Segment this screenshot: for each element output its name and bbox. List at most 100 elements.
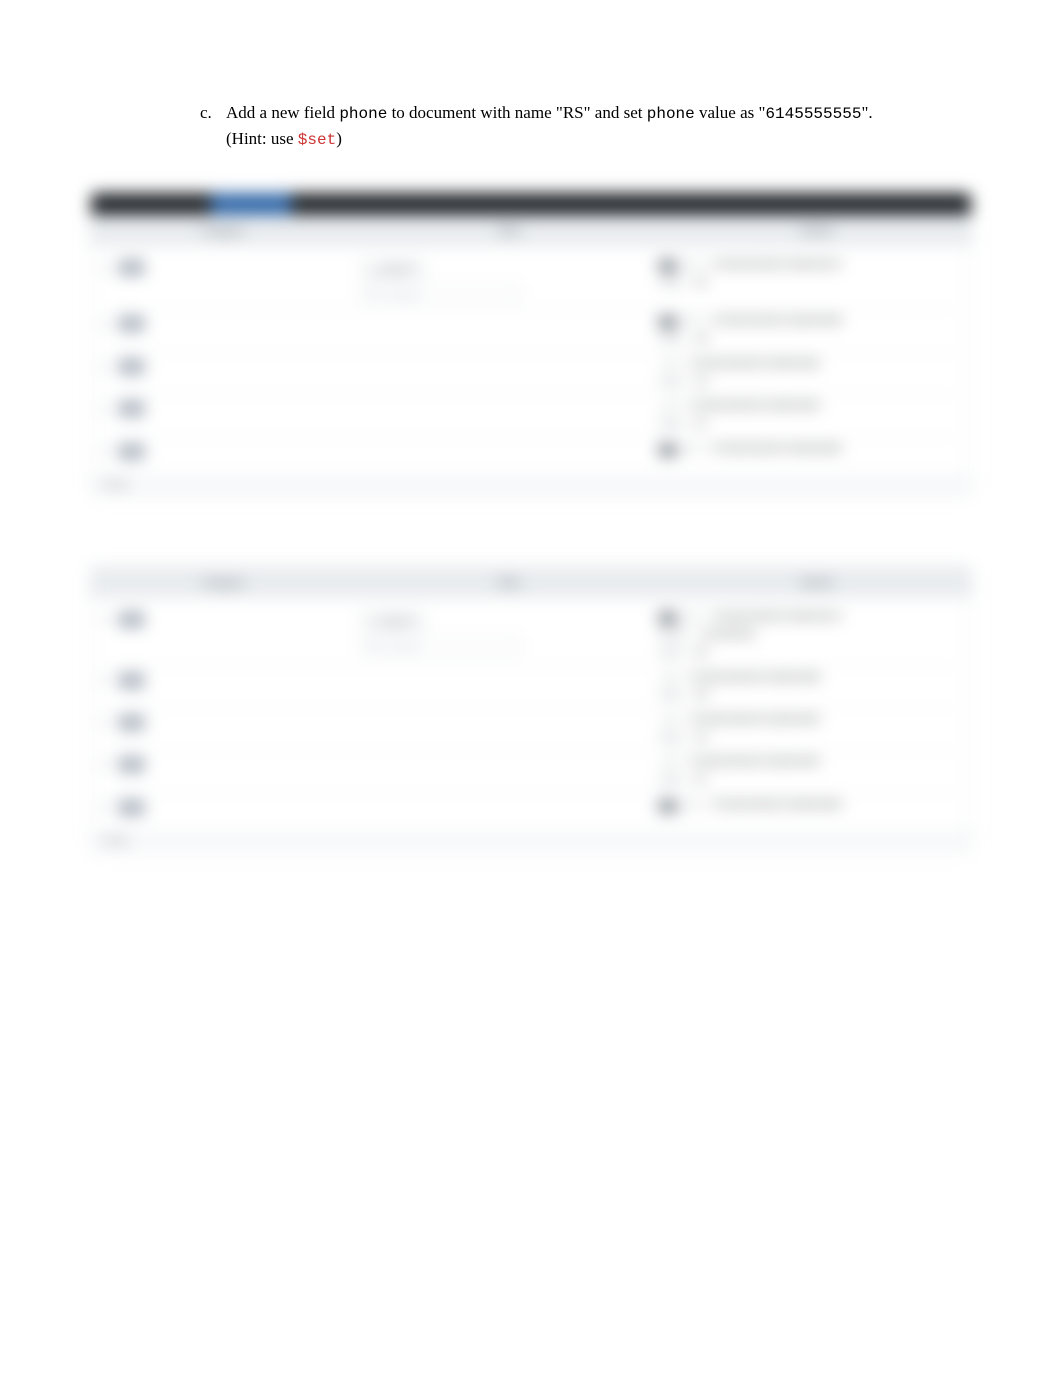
row-label: Do [119, 260, 144, 275]
text-part: Add a new field [226, 103, 339, 122]
chevron-right-icon: ▸ [103, 263, 113, 273]
cell-result: id_id :5f4a8c6b4d3e2f1a0b9c8d86 [659, 444, 959, 456]
chevron-right-icon: ▸ [103, 675, 113, 685]
result-line: _id :5f4a8c6b4d3e2f1a0b9c8d82 [659, 359, 820, 371]
cell-category: ▸ Do [103, 612, 360, 627]
result-line: name :EF [659, 419, 706, 431]
result-line: id_id :5f4a8c6b4d3e2f1a0b9c8d86 [659, 444, 841, 456]
header-result: Result [663, 575, 971, 590]
panel-title-bar [91, 193, 971, 215]
blurred-content: Category Data Result ▸ Do ● updated ▾ RS… [90, 192, 972, 852]
table-row: ▸ Do id_id :5f4a8c6b4d3e2f1a0b9c8d86 [103, 437, 959, 465]
cell-result: id_id :5f4a8c6b4d3e2f1a0b9c8d86 [659, 800, 959, 812]
cell-data: ● updated ▾ RS : xxxxxxx [360, 612, 660, 655]
result-line: name :CD [659, 377, 706, 389]
result-line: name :AB [659, 334, 706, 346]
result-line: id_id :5f4a8c6b4d3e2f1a0b9c8d7e [659, 260, 841, 272]
chevron-right-icon: ▸ [103, 319, 113, 329]
chevron-right-icon: ▸ [103, 614, 113, 624]
cell-result: _id :5f4a8c6b4d3e2f1a0b9c8d82 name :CD [659, 359, 959, 388]
chevron-right-icon: ▸ [103, 404, 113, 414]
cell-category: ▸ Do [103, 401, 360, 416]
panel-footer: Ready [91, 829, 971, 851]
cell-category: ▸ Do [103, 359, 360, 374]
result-line: id_id :5f4a8c6b4d3e2f1a0b9c8d80 [659, 316, 841, 328]
result-line: id_id :5f4a8c6b4d3e2f1a0b9c8d86 [659, 800, 841, 812]
db-screenshot-panel-1: Category Data Result ▸ Do ● updated ▾ RS… [90, 192, 972, 496]
cell-category: ▸ Do [103, 673, 360, 688]
cell-category: ▸ Do [103, 715, 360, 730]
table-row: ▸ Do ● updated ▾ RS : xxxxxxx id_id :5f4… [103, 606, 959, 666]
row-label: Do [119, 673, 144, 688]
result-line: id_id :5f4a8c6b4d3e2f1a0b9c8d7e [659, 612, 841, 624]
text-part: to document with name "RS" and set [387, 103, 646, 122]
table-row: ▸ Do _id :5f4a8c6b4d3e2f1a0b9c8d84 name … [103, 750, 959, 792]
result-line: name :RS [659, 278, 706, 290]
question-text: Add a new field phone to document with n… [226, 100, 912, 152]
result-line: name :CD [659, 733, 706, 745]
field-input: RS : xxxxxxx [360, 285, 520, 303]
table-row: ▸ Do _id :5f4a8c6b4d3e2f1a0b9c8d82 name … [103, 708, 959, 750]
row-label: Do [119, 800, 144, 815]
header-result: Result [663, 223, 971, 238]
table-header-row: Category Data Result [91, 567, 971, 598]
table-row: ▸ Do id_id :5f4a8c6b4d3e2f1a0b9c8d86 [103, 793, 959, 821]
cell-category: ▸ Do [103, 757, 360, 772]
badge-dot: ● [369, 616, 374, 626]
code-phone-2: phone [647, 105, 695, 123]
badge-dot: ● [369, 265, 374, 275]
table-header-row: Category Data Result [91, 215, 971, 246]
chevron-right-icon: ▸ [103, 760, 113, 770]
title-highlight [211, 193, 291, 215]
document-page: c. Add a new field phone to document wit… [0, 0, 1062, 852]
panel-body: ▸ Do ● updated ▾ RS : xxxxxxx id_id :5f4… [91, 246, 971, 473]
question-item: c. Add a new field phone to document wit… [200, 100, 912, 152]
header-data: Data [355, 223, 663, 238]
cell-result: id_id :5f4a8c6b4d3e2f1a0b9c8d7e name :RS [659, 260, 959, 290]
table-row: ▸ Do _id :5f4a8c6b4d3e2f1a0b9c8d80 name … [103, 666, 959, 708]
chevron-right-icon: ▸ [103, 717, 113, 727]
table-row: ▸ Do _id :5f4a8c6b4d3e2f1a0b9c8d82 name … [103, 352, 959, 394]
panel-footer: Ready [91, 473, 971, 495]
cell-category: ▸ Do [103, 260, 360, 275]
header-category: Category [91, 575, 355, 590]
updated-badge: ● updated ▾ [360, 612, 427, 631]
result-line: name :AB [659, 690, 706, 702]
text-part: value as " [695, 103, 766, 122]
chevron-right-icon: ▸ [103, 446, 113, 456]
cell-result: _id :5f4a8c6b4d3e2f1a0b9c8d84 name :EF [659, 757, 959, 786]
result-line: _id :5f4a8c6b4d3e2f1a0b9c8d82 [659, 715, 820, 727]
cell-category: ▸ Do [103, 316, 360, 331]
row-label: Do [119, 757, 144, 772]
cell-data: ● updated ▾ RS : xxxxxxx [360, 260, 660, 303]
chevron-right-icon: ▸ [103, 362, 113, 372]
cell-result: id_id :5f4a8c6b4d3e2f1a0b9c8d80 name :AB [659, 316, 959, 346]
header-data: Data [355, 575, 663, 590]
chevron-right-icon: ▸ [103, 802, 113, 812]
updated-badge: ● updated ▾ [360, 260, 427, 279]
result-line: _id :5f4a8c6b4d3e2f1a0b9c8d84 [659, 401, 820, 413]
cell-category: ▸ Do [103, 444, 360, 459]
result-line: phone :6145555555 [659, 630, 755, 642]
code-phone: phone [339, 105, 387, 123]
result-line: name :EF [659, 775, 706, 787]
text-part: ) [336, 129, 342, 148]
cell-category: ▸ Do [103, 800, 360, 815]
table-row: ▸ Do id_id :5f4a8c6b4d3e2f1a0b9c8d80 nam… [103, 309, 959, 352]
cell-result: id_id :5f4a8c6b4d3e2f1a0b9c8d7e phone :6… [659, 612, 959, 660]
result-line: _id :5f4a8c6b4d3e2f1a0b9c8d80 [659, 673, 820, 685]
code-set: $set [298, 131, 336, 149]
table-row: ▸ Do ● updated ▾ RS : xxxxxxx id_id :5f4… [103, 254, 959, 309]
result-line: name :RS [659, 648, 706, 660]
field-input: RS : xxxxxxx [360, 637, 520, 655]
row-label: Do [119, 359, 144, 374]
row-label: Do [119, 316, 144, 331]
row-label: Do [119, 444, 144, 459]
row-label: Do [119, 401, 144, 416]
cell-result: _id :5f4a8c6b4d3e2f1a0b9c8d84 name :EF [659, 401, 959, 430]
table-row: ▸ Do _id :5f4a8c6b4d3e2f1a0b9c8d84 name … [103, 394, 959, 436]
row-label: Do [119, 612, 144, 627]
row-label: Do [119, 715, 144, 730]
cell-result: _id :5f4a8c6b4d3e2f1a0b9c8d82 name :CD [659, 715, 959, 744]
db-screenshot-panel-2: Category Data Result ▸ Do ● updated ▾ RS… [90, 566, 972, 852]
